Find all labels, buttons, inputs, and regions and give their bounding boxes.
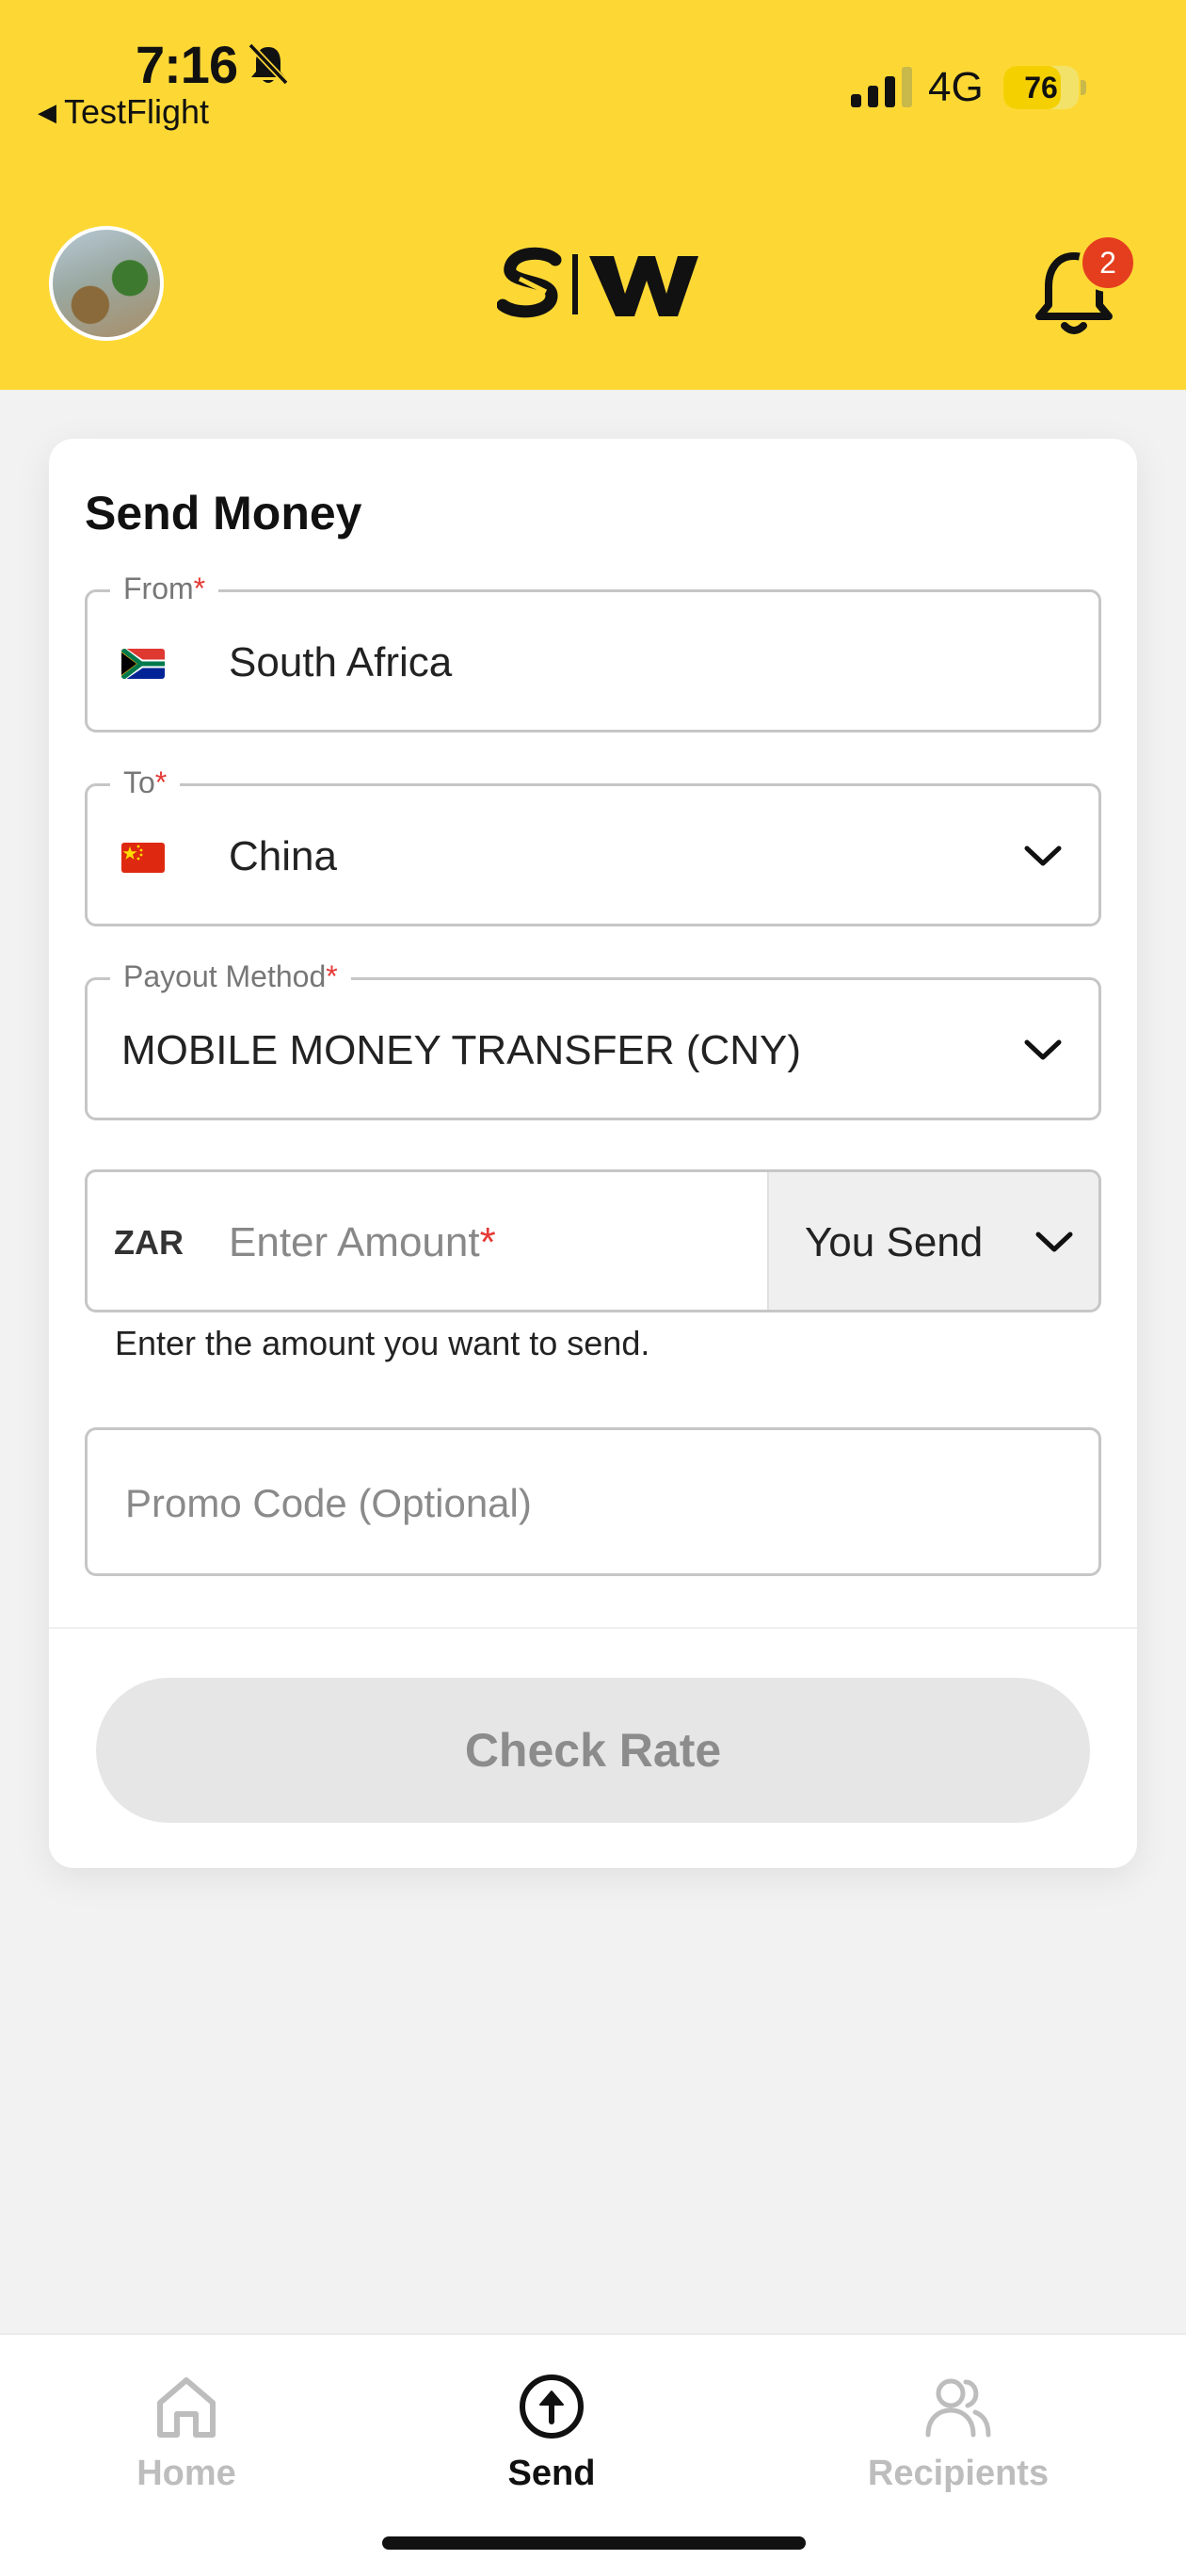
back-arrow-icon: ◀ (38, 97, 56, 126)
back-app-label: TestFlight (64, 92, 210, 131)
required-marker: * (154, 765, 168, 799)
currency-code: ZAR (114, 1223, 184, 1262)
tab-home[interactable]: Home (45, 2371, 328, 2521)
to-country-select[interactable]: To* China (85, 765, 1101, 926)
to-label: To (123, 765, 155, 799)
app-header: 7:16 ◀ TestFlight 4G 76 2 (0, 0, 1186, 390)
avatar[interactable] (49, 226, 164, 341)
amount-mode-select[interactable]: You Send (767, 1172, 1098, 1310)
tab-send[interactable]: Send (410, 2371, 693, 2521)
from-country-field[interactable]: From* South Africa (85, 572, 1101, 733)
promo-code-input[interactable]: Promo Code (Optional) (85, 1427, 1101, 1576)
card-footer: Check Rate (49, 1627, 1137, 1868)
cellular-signal-icon (851, 67, 912, 107)
amount-field: ZAR Enter Amount* You Send (85, 1169, 1101, 1312)
tab-home-label: Home (136, 2454, 236, 2493)
battery-percent: 76 (1024, 70, 1058, 105)
notification-count-badge: 2 (1079, 233, 1137, 292)
page-title: Send Money (85, 487, 362, 539)
app-logo (497, 247, 698, 318)
send-icon (520, 2375, 584, 2439)
from-label: From (123, 572, 194, 605)
back-to-app-link[interactable]: ◀ TestFlight (38, 92, 209, 132)
amount-mode-value: You Send (805, 1219, 984, 1265)
china-flag-icon (121, 843, 165, 873)
required-marker: * (326, 959, 338, 993)
amount-input[interactable]: Enter Amount* (229, 1219, 496, 1266)
tab-send-label: Send (507, 2454, 596, 2493)
payout-method-label: Payout Method (123, 959, 327, 993)
silent-mode-icon (248, 42, 289, 86)
network-type: 4G (928, 64, 984, 110)
tab-recipients[interactable]: Recipients (817, 2371, 1099, 2521)
chevron-down-icon (1024, 845, 1062, 866)
required-marker: * (193, 572, 206, 605)
promo-code-placeholder: Promo Code (Optional) (125, 1481, 532, 1525)
recipients-icon (925, 2378, 991, 2438)
chevron-down-icon (1024, 1039, 1062, 1060)
chevron-down-icon (1035, 1232, 1073, 1252)
home-icon (157, 2377, 216, 2438)
send-money-card: Send Money From* South Africa To* China … (49, 439, 1137, 1868)
payout-method-value: MOBILE MONEY TRANSFER (CNY) (121, 1027, 802, 1073)
south-africa-flag-icon (121, 649, 165, 679)
tab-recipients-label: Recipients (867, 2454, 1050, 2493)
battery-indicator: 76 (1003, 66, 1088, 109)
check-rate-button[interactable]: Check Rate (96, 1678, 1090, 1823)
amount-helper-text: Enter the amount you want to send. (115, 1324, 650, 1362)
amount-placeholder: Enter Amount (229, 1219, 480, 1265)
status-time: 7:16 (136, 35, 238, 94)
from-country-value: South Africa (229, 639, 453, 685)
payout-method-select[interactable]: Payout Method* MOBILE MONEY TRANSFER (CN… (85, 959, 1101, 1120)
to-country-value: China (229, 833, 337, 879)
home-indicator (382, 2536, 806, 2550)
required-marker: * (479, 1219, 496, 1265)
